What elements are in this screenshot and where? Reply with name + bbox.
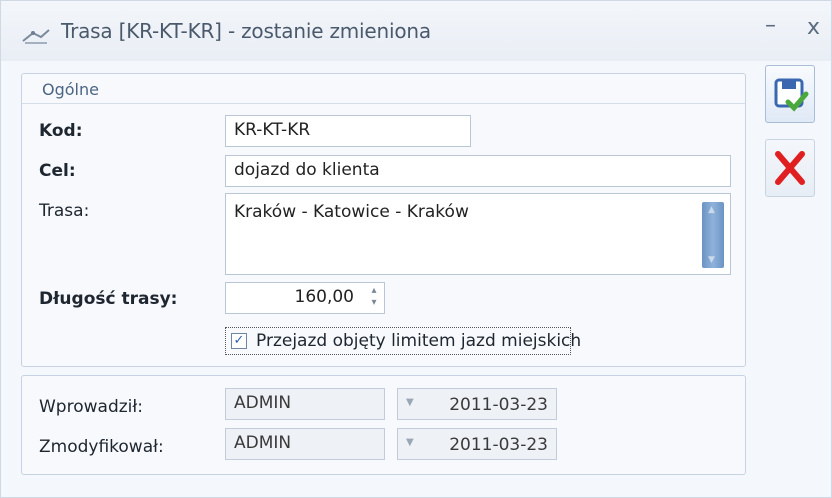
save-icon [774, 78, 809, 112]
wprowadzil-user-field: ADMIN [225, 388, 385, 420]
kod-field[interactable]: KR-KT-KR [225, 115, 471, 147]
limit-checkbox-row[interactable]: ✓ Przejazd objęty limitem jazd miejskich [225, 327, 581, 355]
zmodyfikowal-label: Zmodyfikował: [39, 437, 164, 457]
limit-checkbox-label: Przejazd objęty limitem jazd miejskich [256, 331, 582, 351]
window-title: Trasa [KR-KT-KR] - zostanie zmieniona [61, 19, 431, 43]
panel-general-header: Ogólne [22, 74, 745, 104]
dlugosc-field[interactable]: 160,00 ▴ ▾ [225, 282, 385, 314]
close-button[interactable]: x [807, 15, 820, 40]
zmodyfikowal-date: 2011-03-23 [449, 435, 548, 455]
scroll-down-icon[interactable]: ▼ [708, 255, 715, 265]
cel-label: Cel: [39, 161, 76, 181]
zmodyfikowal-user-field: ADMIN [225, 428, 385, 460]
trasa-text: Kraków - Katowice - Kraków [234, 202, 469, 222]
zmodyfikowal-date-field: ▼ 2011-03-23 [397, 428, 557, 460]
dropdown-arrow-icon: ▼ [406, 397, 414, 408]
spin-up-icon[interactable]: ▴ [368, 285, 380, 297]
minimize-button[interactable]: – [765, 13, 776, 38]
limit-checkbox[interactable]: ✓ [231, 333, 247, 349]
wprowadzil-label: Wprowadził: [39, 397, 143, 417]
dropdown-arrow-icon: ▼ [406, 437, 414, 448]
dialog-window: Trasa [KR-KT-KR] - zostanie zmieniona – … [0, 0, 832, 498]
trasa-scrollbar[interactable]: ▲ ▼ [702, 202, 724, 268]
title-bar: Trasa [KR-KT-KR] - zostanie zmieniona – … [1, 1, 831, 61]
scroll-up-icon[interactable]: ▲ [708, 205, 715, 215]
wprowadzil-date-field: ▼ 2011-03-23 [397, 388, 557, 420]
dlugosc-value: 160,00 [294, 287, 354, 307]
cancel-icon [775, 151, 805, 185]
cel-field[interactable]: dojazd do klienta [225, 155, 731, 187]
trasa-label: Trasa: [39, 201, 90, 221]
route-icon [22, 29, 50, 44]
panel-general-title: Ogólne [42, 80, 99, 99]
cancel-button[interactable] [765, 139, 815, 197]
wprowadzil-date: 2011-03-23 [449, 395, 548, 415]
spin-down-icon[interactable]: ▾ [368, 297, 380, 309]
dlugosc-label: Długość trasy: [39, 289, 178, 309]
trasa-field[interactable]: Kraków - Katowice - Kraków ▲ ▼ [225, 193, 731, 275]
kod-label: Kod: [39, 121, 83, 141]
save-button[interactable] [765, 65, 815, 123]
dlugosc-spinner[interactable]: ▴ ▾ [368, 285, 380, 311]
